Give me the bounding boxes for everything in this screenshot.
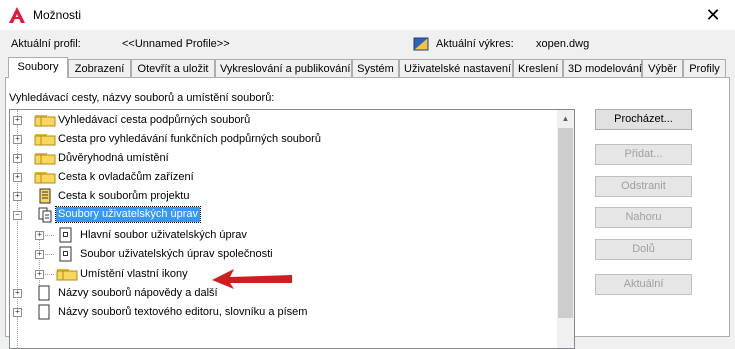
tab-label: Profily: [689, 63, 720, 75]
expand-icon[interactable]: +: [13, 308, 22, 317]
tree-item-label: Cesta k ovladačům zařízení: [58, 171, 194, 183]
tree-item-label: Důvěryhodná umístění: [58, 152, 169, 164]
files-tree[interactable]: + Vyhledávací cesta podpůrných souborů +…: [9, 109, 575, 349]
expand-icon[interactable]: +: [35, 250, 44, 259]
tab-label: Uživatelské nastavení: [404, 63, 511, 75]
annotation-arrow-icon: [212, 269, 292, 289]
tab-label: Vykreslování a publikování: [220, 63, 351, 75]
button-label: Odstranit: [621, 180, 666, 192]
tab-soubory[interactable]: Soubory: [8, 57, 68, 78]
autocad-logo-icon: [9, 7, 25, 23]
current-drawing-label: Aktuální výkres:: [436, 38, 514, 50]
button-label: Nahoru: [625, 211, 662, 223]
project-file-icon: [39, 188, 51, 204]
remove-button[interactable]: Odstranit: [595, 176, 692, 197]
tree-item[interactable]: + Vyhledávací cesta podpůrných souborů: [10, 111, 550, 130]
tree-item[interactable]: + Důvěryhodná umístění: [10, 149, 550, 168]
scroll-thumb[interactable]: [558, 128, 573, 318]
tab-kresleni[interactable]: Kreslení: [513, 59, 563, 77]
tab-system[interactable]: Systém: [352, 59, 399, 77]
tree-item-label: Hlavní soubor uživatelských úprav: [80, 229, 247, 241]
tree-item-label: Cesta pro vyhledávání funkčních podpůrný…: [58, 133, 321, 145]
folder-icon: [40, 134, 56, 146]
drawing-file-icon: [413, 37, 429, 51]
title-bar: Možnosti ✕: [0, 0, 735, 30]
tree-item-label: Soubory uživatelských úprav: [54, 206, 202, 223]
folder-icon: [40, 172, 56, 184]
close-icon: ✕: [705, 5, 721, 25]
tab-3d-modelovani[interactable]: 3D modelování: [563, 59, 642, 77]
tab-label: Výběr: [648, 63, 677, 75]
button-label: Aktuální: [623, 278, 664, 290]
tree-item-label: Cesta k souborům projektu: [58, 190, 190, 202]
set-current-button[interactable]: Aktuální: [595, 274, 692, 295]
customization-files-icon: [38, 207, 52, 223]
expand-icon[interactable]: +: [13, 116, 22, 125]
current-drawing-value: xopen.dwg: [536, 38, 590, 50]
move-down-button[interactable]: Dolů: [595, 239, 692, 260]
tree-item[interactable]: + Cesta k ovladačům zařízení: [10, 168, 550, 187]
tree-scrollbar[interactable]: ▲: [557, 110, 574, 348]
tree-item-label: Vyhledávací cesta podpůrných souborů: [58, 114, 251, 126]
button-label: Dolů: [632, 243, 655, 255]
tab-label: Soubory: [17, 61, 59, 73]
tab-vyber[interactable]: Výběr: [642, 59, 683, 77]
current-profile-label: Aktuální profil:: [11, 38, 81, 50]
files-heading: Vyhledávací cesty, názvy souborů a umíst…: [9, 92, 275, 104]
tab-label: Kreslení: [518, 63, 559, 75]
tab-profily[interactable]: Profily: [683, 59, 726, 77]
tab-label: Zobrazení: [74, 63, 125, 75]
tree-item[interactable]: + Názvy souborů textového editoru, slovn…: [10, 303, 550, 322]
tree-item-label: Názvy souborů nápovědy a další: [58, 287, 218, 299]
folder-icon: [40, 115, 56, 127]
files-tab-panel: Vyhledávací cesty, názvy souborů a umíst…: [5, 77, 730, 349]
expand-icon[interactable]: +: [13, 289, 22, 298]
tree-item[interactable]: + Cesta pro vyhledávání funkčních podpůr…: [10, 130, 550, 149]
tab-otevrit-a-ulozit[interactable]: Otevřít a uložit: [131, 59, 215, 77]
tree-item[interactable]: + Cesta k souborům projektu: [10, 187, 550, 206]
expand-icon[interactable]: +: [13, 154, 22, 163]
window-title: Možnosti: [33, 8, 82, 22]
tree-item[interactable]: + Soubor uživatelských úprav společnosti: [10, 245, 550, 264]
document-icon: [38, 304, 50, 320]
expand-icon[interactable]: +: [35, 231, 44, 240]
button-label: Přidat...: [624, 148, 663, 160]
tab-vykreslovani[interactable]: Vykreslování a publikování: [215, 59, 352, 77]
tab-label: Systém: [357, 63, 394, 75]
tree-item-selected[interactable]: − Soubory uživatelských úprav: [10, 206, 550, 225]
folder-icon: [40, 153, 56, 165]
current-profile-value: <<Unnamed Profile>>: [122, 38, 230, 50]
close-button[interactable]: ✕: [695, 2, 731, 28]
tab-label: Otevřít a uložit: [137, 63, 209, 75]
add-button[interactable]: Přidat...: [595, 144, 692, 165]
expand-icon[interactable]: +: [13, 192, 22, 201]
profile-row: Aktuální profil: <<Unnamed Profile>> Akt…: [0, 35, 735, 55]
tree-item[interactable]: + Hlavní soubor uživatelských úprav: [10, 226, 550, 245]
move-up-button[interactable]: Nahoru: [595, 207, 692, 228]
cui-file-icon: [59, 227, 72, 243]
tree-item-label: Soubor uživatelských úprav společnosti: [80, 248, 273, 260]
button-label: Procházet...: [614, 113, 673, 125]
cui-file-icon: [59, 246, 72, 262]
tree-item-label: Názvy souborů textového editoru, slovník…: [58, 306, 308, 318]
collapse-icon[interactable]: −: [13, 211, 22, 220]
browse-button[interactable]: Procházet...: [595, 109, 692, 130]
tab-uzivatelske-nastaveni[interactable]: Uživatelské nastavení: [399, 59, 513, 77]
folder-icon: [62, 269, 78, 281]
document-icon: [38, 285, 50, 301]
tab-label: 3D modelování: [568, 63, 642, 75]
expand-icon[interactable]: +: [13, 173, 22, 182]
expand-icon[interactable]: +: [13, 135, 22, 144]
tab-zobrazeni[interactable]: Zobrazení: [68, 59, 131, 77]
tree-item-label: Umístění vlastní ikony: [80, 268, 188, 280]
scroll-up-icon[interactable]: ▲: [557, 110, 574, 127]
expand-icon[interactable]: +: [35, 270, 44, 279]
